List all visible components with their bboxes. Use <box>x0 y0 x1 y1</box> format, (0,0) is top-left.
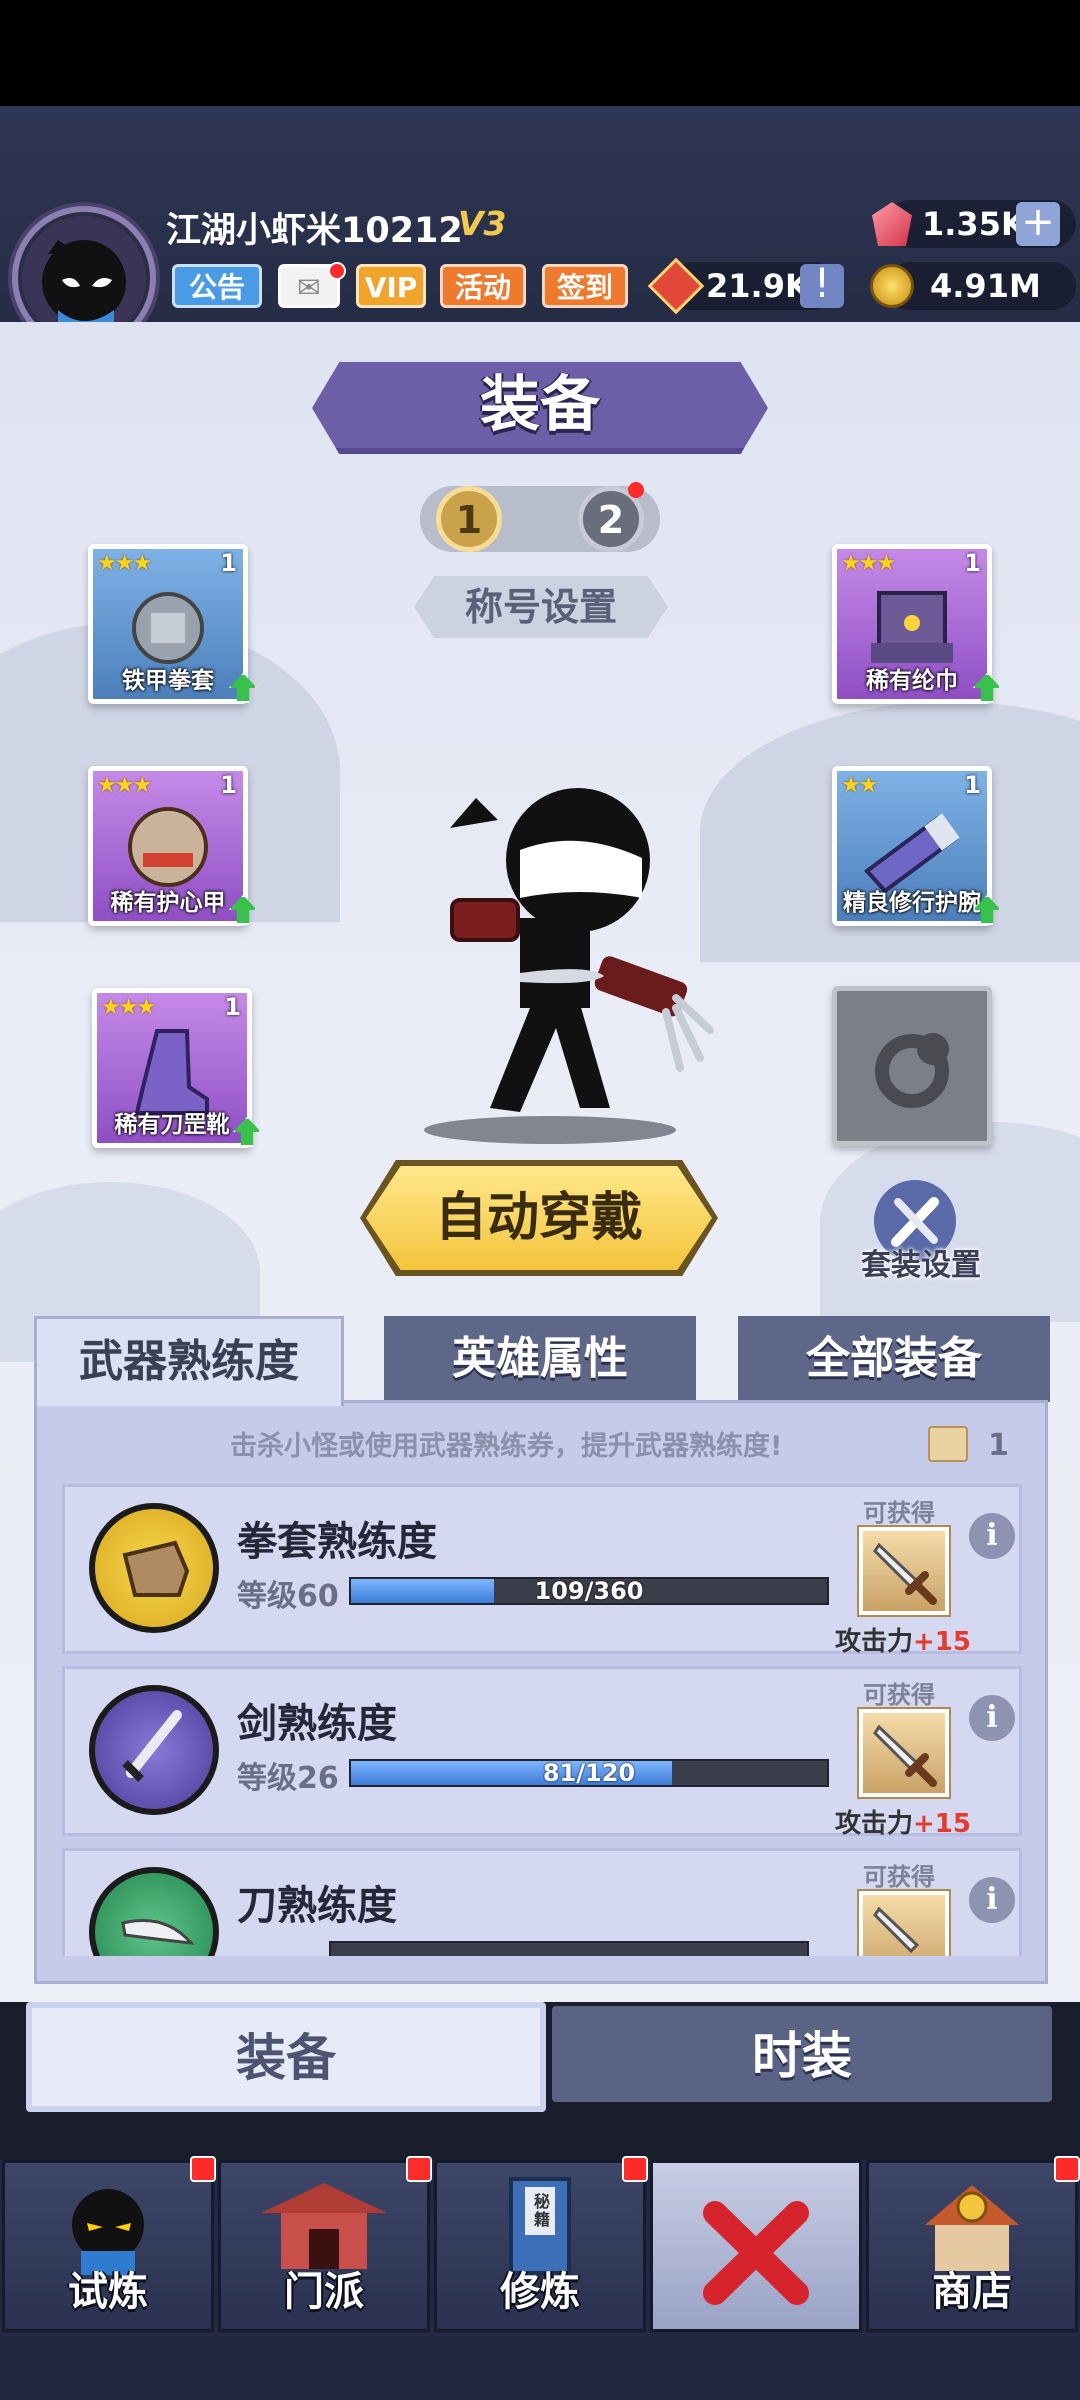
mastery-level: 等级60 <box>237 1579 339 1614</box>
slot-armor[interactable]: ★★★ 1 稀有护心甲 <box>88 766 257 926</box>
info-button[interactable]: i <box>969 1877 1015 1923</box>
envelope-icon: ✉ <box>297 271 321 304</box>
tab-all-equipment[interactable]: 全部装备 <box>738 1316 1050 1402</box>
reward-item[interactable] <box>859 1891 949 1956</box>
mastery-title: 拳套熟练度 <box>237 1519 437 1565</box>
tab-hero-attributes[interactable]: 英雄属性 <box>384 1316 696 1402</box>
slot-empty-locked[interactable] <box>832 986 992 1146</box>
info-button[interactable]: i <box>969 1695 1015 1741</box>
progress-text: 109/360 <box>534 1577 644 1605</box>
item-name: 精良修行护腕 <box>843 890 981 916</box>
nav-sect[interactable]: 门派 <box>218 2160 430 2332</box>
status-bar <box>0 0 1080 106</box>
loadout-pager: 1 2 <box>420 482 660 552</box>
saber-mastery-icon <box>89 1867 219 1956</box>
nav-shop[interactable]: 商店 <box>866 2160 1078 2332</box>
slot-boots[interactable]: ★★★ 1 稀有刀罡靴 <box>92 988 261 1148</box>
auto-equip-button[interactable]: 自动穿戴 <box>366 1166 712 1270</box>
slot-gauntlet[interactable]: ★★★ 1 铁甲拳套 <box>88 544 257 704</box>
mastery-title: 剑熟练度 <box>237 1701 397 1747</box>
nav-close-button[interactable] <box>650 2160 862 2332</box>
sword-icon <box>873 1724 937 1787</box>
manual-book-tag: 秘籍 <box>533 2192 550 2229</box>
available-label: 可获得 <box>863 1863 935 1891</box>
nav-cultivate[interactable]: 秘籍 修炼 <box>434 2160 646 2332</box>
stickman-hero-character <box>424 782 714 1144</box>
item-name: 稀有护心甲 <box>110 890 226 916</box>
coin-icon <box>870 264 914 308</box>
mastery-progress-bar: 109/360 <box>349 1577 829 1605</box>
tab-equipment[interactable]: 装备 <box>26 2002 546 2112</box>
page-title-banner: 装备 <box>312 362 768 454</box>
reward-attack: 攻击力+15 <box>835 1809 971 1839</box>
mastery-progress-bar <box>329 1941 809 1956</box>
notice-button[interactable]: 公告 <box>172 264 262 308</box>
sword-icon <box>873 1906 920 1954</box>
reward-item[interactable] <box>859 1527 949 1615</box>
nav-cultivate-notification-dot <box>622 2156 648 2182</box>
loadout-page-1-button[interactable]: 1 <box>436 486 502 552</box>
nav-sect-notification-dot <box>406 2156 432 2182</box>
nav-trial-notification-dot <box>190 2156 216 2182</box>
item-name: 铁甲拳套 <box>122 668 214 694</box>
signin-button[interactable]: 签到 <box>542 264 628 308</box>
coin-counter: 4.91M <box>870 262 1076 310</box>
item-name: 稀有刀罡靴 <box>114 1112 230 1138</box>
available-label: 可获得 <box>863 1499 935 1527</box>
title-settings-button[interactable]: 称号设置 <box>414 576 668 638</box>
mastery-title: 刀熟练度 <box>237 1883 397 1929</box>
tab-fashion[interactable]: 时装 <box>552 2006 1052 2102</box>
set-settings-label: 套装设置 <box>861 1248 981 1283</box>
slot-bracer[interactable]: ★★ 1 精良修行护腕 <box>832 766 1001 926</box>
mastery-row-saber-clip: 刀熟练度 可获得 i <box>62 1848 1022 1956</box>
mastery-hint-text: 击杀小怪或使用武器熟练券，提升武器熟练度! <box>230 1431 783 1462</box>
add-gems-button[interactable]: + <box>1016 202 1060 246</box>
mastery-progress-bar: 81/120 <box>349 1759 829 1787</box>
reward-attack: 攻击力+15 <box>835 1627 971 1657</box>
available-label: 可获得 <box>863 1681 935 1709</box>
empty-slot-icon <box>875 1033 949 1108</box>
event-button[interactable]: 活动 <box>440 264 526 308</box>
mastery-ticket-icon <box>928 1426 968 1462</box>
vip-level-badge: V3 <box>458 204 507 243</box>
page-2-notification-dot <box>628 482 644 498</box>
mastery-row-sword: 剑熟练度 等级26 81/120 可获得 攻击力+15 i <box>62 1666 1022 1839</box>
item-name: 稀有纶巾 <box>866 668 958 694</box>
player-name: 江湖小虾米10212 <box>166 211 463 251</box>
nav-shop-notification-dot <box>1054 2156 1080 2182</box>
mail-notification-dot <box>328 262 346 280</box>
close-x-icon <box>703 2201 809 2305</box>
sword-icon <box>873 1542 937 1605</box>
mastery-level: 等级26 <box>237 1761 339 1796</box>
slot-helmet[interactable]: ★★★ 1 稀有纶巾 <box>832 544 1001 704</box>
reward-item[interactable] <box>859 1709 949 1797</box>
info-button[interactable]: i <box>969 1513 1015 1559</box>
progress-text: 81/120 <box>542 1759 636 1787</box>
honor-info-button[interactable]: ! <box>800 264 844 308</box>
mastery-ticket-count: 1 <box>988 1428 1009 1463</box>
mastery-row-saber: 刀熟练度 可获得 i <box>62 1848 1022 1956</box>
gauntlet-mastery-icon <box>89 1503 219 1633</box>
sword-mastery-icon <box>89 1685 219 1815</box>
mastery-row-gauntlet: 拳套熟练度 等级60 109/360 可获得 攻击力+15 i <box>62 1484 1022 1657</box>
tab-weapon-mastery[interactable]: 武器熟练度 <box>34 1316 344 1406</box>
page-title: 装备 <box>480 370 600 440</box>
vip-button[interactable]: VIP <box>356 264 426 308</box>
nav-trial[interactable]: 试炼 <box>2 2160 214 2332</box>
